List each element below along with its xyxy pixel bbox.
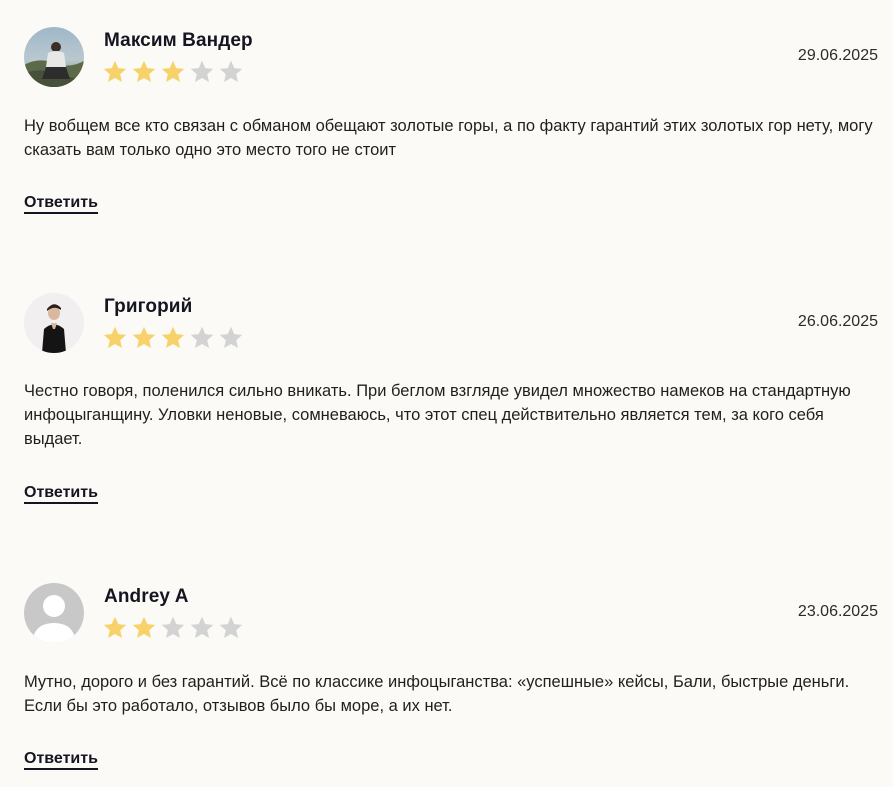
review-header: Максим Вандер 29.06.2025 <box>24 27 878 89</box>
review-header: Andrey A 23.06.2025 <box>24 583 878 645</box>
reply-link[interactable]: Ответить <box>24 484 98 504</box>
review-text: Мутно, дорого и без гарантий. Всё по кла… <box>24 673 850 715</box>
review-item: Григорий 26.06.2025 Честно говоря, полен… <box>24 293 878 504</box>
star-filled-icon <box>132 616 156 638</box>
review-header: Григорий 26.06.2025 <box>24 293 878 355</box>
review-item: Максим Вандер 29.06.2025 Ну вобщем все к… <box>24 27 878 214</box>
avatar <box>24 583 84 643</box>
star-empty-icon <box>219 60 243 82</box>
star-empty-icon <box>219 616 243 638</box>
rating-stars <box>102 615 244 641</box>
star-empty-icon <box>219 326 243 348</box>
star-empty-icon <box>190 326 214 348</box>
review-text: Ну вобщем все кто связан с обманом обеща… <box>24 117 873 159</box>
author-name: Максим Вандер <box>104 30 253 51</box>
rating-stars <box>102 59 244 85</box>
star-filled-icon <box>132 60 156 82</box>
avatar-photo-outdoor <box>24 27 84 87</box>
author-name: Andrey A <box>104 586 189 607</box>
avatar-photo-portrait <box>24 293 84 353</box>
star-empty-icon <box>161 616 185 638</box>
star-filled-icon <box>132 326 156 348</box>
default-user-icon <box>24 583 84 643</box>
avatar <box>24 27 84 87</box>
star-filled-icon <box>161 60 185 82</box>
rating-stars <box>102 325 244 351</box>
review-date: 23.06.2025 <box>797 603 878 620</box>
star-filled-icon <box>103 616 127 638</box>
reply-link[interactable]: Ответить <box>24 194 98 214</box>
review-text: Честно говоря, поленился сильно вникать.… <box>24 382 851 448</box>
review-date: 26.06.2025 <box>797 313 878 330</box>
star-empty-icon <box>190 60 214 82</box>
review-item: Andrey A 23.06.2025 Мутно, дорого и без … <box>24 583 878 770</box>
reviews-list: Максим Вандер 29.06.2025 Ну вобщем все к… <box>0 0 893 787</box>
author-name: Григорий <box>104 296 193 317</box>
star-filled-icon <box>161 326 185 348</box>
star-filled-icon <box>103 326 127 348</box>
avatar <box>24 293 84 353</box>
star-filled-icon <box>103 60 127 82</box>
reply-link[interactable]: Ответить <box>24 750 98 770</box>
review-date: 29.06.2025 <box>797 47 878 64</box>
star-empty-icon <box>190 616 214 638</box>
